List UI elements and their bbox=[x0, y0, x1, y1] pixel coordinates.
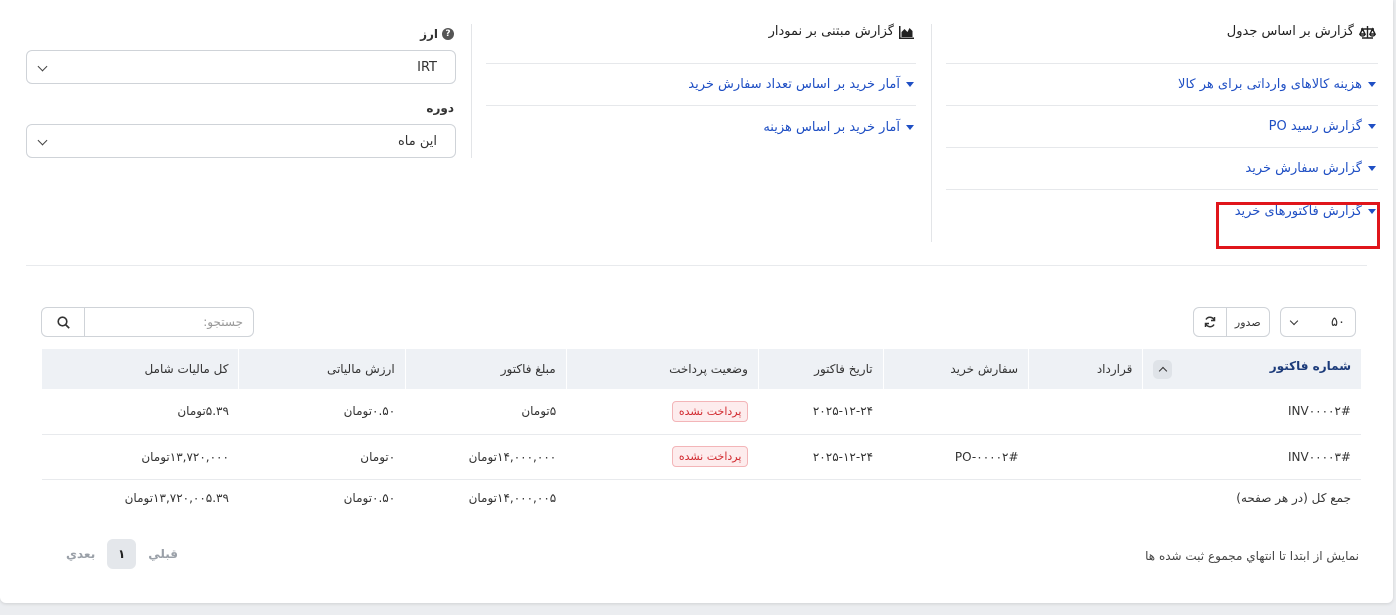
table-row: INV۰۰۰۰۲# ۲۰۲۵-۱۲-۲۴ پرداخت نشده ۵تومان … bbox=[41, 389, 1361, 435]
caret-down-icon bbox=[906, 124, 914, 130]
filters-section: ? ارز IRT دوره این ماه bbox=[26, 24, 456, 172]
cell-total-with-tax: ۵.۳۹تومان bbox=[41, 389, 239, 435]
cell-tax-value: ۰.۵۰تومان bbox=[238, 389, 406, 435]
total-tax-value: ۰.۵۰تومان bbox=[343, 490, 396, 505]
period-select[interactable]: این ماه bbox=[26, 124, 456, 158]
total-label: جمع کل (در هر صفحه) bbox=[1236, 490, 1351, 505]
col-header-invoice-number[interactable]: شماره فاکتور bbox=[1142, 349, 1361, 389]
table-reports-header: گزارش بر اساس جدول bbox=[946, 24, 1378, 64]
currency-label: ? ارز bbox=[26, 24, 456, 44]
report-link-purchase-order[interactable]: گزارش سفارش خرید bbox=[946, 148, 1378, 190]
col-header-invoice-date[interactable]: تاریخ فاکتور bbox=[757, 349, 884, 389]
search-input[interactable] bbox=[85, 308, 253, 336]
cell-tax-value: ۰تومان bbox=[238, 434, 406, 480]
divider bbox=[931, 24, 932, 242]
cell-invoice-date: ۲۰۲۵-۱۲-۲۴ bbox=[758, 434, 884, 480]
col-header-contract[interactable]: قرارداد bbox=[1028, 349, 1143, 389]
cell-payment-status: پرداخت نشده bbox=[566, 434, 759, 480]
current-page-button[interactable]: ۱ bbox=[107, 539, 137, 569]
area-chart-icon bbox=[899, 26, 914, 39]
col-header-invoice-amount[interactable]: مبلغ فاکتور bbox=[404, 349, 567, 389]
cell-purchase-order: PO-۰۰۰۰۲# bbox=[883, 434, 1029, 480]
sort-toggle-button[interactable] bbox=[1153, 360, 1173, 379]
caret-down-icon bbox=[1368, 82, 1376, 87]
table-row: INV۰۰۰۰۳# PO-۰۰۰۰۲# ۲۰۲۵-۱۲-۲۴ پرداخت نش… bbox=[41, 434, 1361, 480]
cell-contract bbox=[1028, 389, 1143, 435]
report-page: گزارش بر اساس جدول هزینه کالاهای وارداتی… bbox=[0, 0, 1393, 603]
caret-down-icon bbox=[1368, 166, 1376, 171]
per-page-select[interactable]: ۵۰ bbox=[1280, 307, 1356, 337]
currency-select[interactable]: IRT bbox=[26, 50, 456, 84]
chevron-down-icon bbox=[37, 61, 48, 72]
total-invoice-amount: ۱۴,۰۰۰,۰۰۵تومان bbox=[468, 490, 557, 505]
total-with-tax: ۱۳,۷۲۰,۰۰۵.۳۹تومان bbox=[124, 490, 229, 505]
refresh-icon bbox=[1204, 316, 1216, 328]
invoices-table: شماره فاکتور قرارداد سفارش خرید تاریخ فا… bbox=[40, 349, 1362, 516]
col-header-payment-status[interactable]: وضعیت پرداخت bbox=[565, 349, 759, 389]
col-header-tax-value[interactable]: ارزش مالیاتی bbox=[238, 349, 406, 389]
chevron-down-icon bbox=[1289, 316, 1299, 325]
chevron-down-icon bbox=[37, 135, 48, 146]
export-button-group: صدور bbox=[1193, 307, 1270, 337]
period-label: دوره bbox=[426, 101, 454, 115]
prev-page-button[interactable]: قبلي bbox=[148, 547, 178, 561]
cell-purchase-order bbox=[883, 389, 1029, 435]
report-link-po-receipt[interactable]: گزارش رسید PO bbox=[946, 106, 1378, 148]
balance-scale-icon bbox=[1359, 26, 1376, 39]
cell-total-with-tax: ۱۳,۷۲۰,۰۰۰تومان bbox=[41, 434, 239, 480]
records-info: نمايش از ابتدا تا انتهاي مجموع ثبت شده ه… bbox=[1145, 549, 1359, 563]
search-button[interactable] bbox=[42, 308, 85, 336]
table-header-row: شماره فاکتور قرارداد سفارش خرید تاریخ فا… bbox=[40, 349, 1361, 389]
cell-contract bbox=[1028, 434, 1143, 480]
caret-down-icon bbox=[906, 82, 914, 87]
table-total-row: جمع کل (در هر صفحه) ۱۴,۰۰۰,۰۰۵تومان ۰.۵۰… bbox=[42, 479, 1362, 516]
status-badge: پرداخت نشده bbox=[671, 446, 749, 467]
pagination: بعدي ۱ قبلي bbox=[66, 539, 178, 569]
table-reports-title: گزارش بر اساس جدول bbox=[1226, 24, 1354, 39]
caret-down-icon bbox=[1368, 124, 1376, 129]
chart-reports-section: گزارش مبتنی بر نمودار آمار خرید بر اساس … bbox=[486, 24, 916, 148]
cell-invoice-date: ۲۰۲۵-۱۲-۲۴ bbox=[758, 389, 884, 435]
cell-invoice-amount: ۱۴,۰۰۰,۰۰۰تومان bbox=[405, 434, 567, 480]
search-icon bbox=[56, 315, 70, 329]
refresh-button[interactable] bbox=[1194, 308, 1226, 336]
col-header-purchase-order[interactable]: سفارش خرید bbox=[882, 349, 1029, 389]
cell-payment-status: پرداخت نشده bbox=[566, 389, 759, 435]
report-link-stats-by-order-count[interactable]: آمار خرید بر اساس تعداد سفارش خرید bbox=[486, 64, 916, 106]
report-link-purchase-invoices[interactable]: گزارش فاکتورهای خرید bbox=[946, 190, 1378, 232]
chart-reports-header: گزارش مبتنی بر نمودار bbox=[486, 24, 916, 64]
report-link-stats-by-cost[interactable]: آمار خرید بر اساس هزینه bbox=[486, 106, 916, 148]
caret-down-icon bbox=[1368, 208, 1376, 214]
chart-reports-title: گزارش مبتنی بر نمودار bbox=[768, 24, 894, 39]
table-reports-section: گزارش بر اساس جدول هزینه کالاهای وارداتی… bbox=[946, 24, 1378, 232]
col-header-total-with-tax[interactable]: کل مالیات شامل bbox=[40, 349, 239, 389]
next-page-button[interactable]: بعدي bbox=[66, 547, 95, 561]
section-divider bbox=[26, 265, 1367, 266]
divider bbox=[471, 24, 472, 158]
search-box bbox=[41, 307, 254, 337]
help-icon[interactable]: ? bbox=[442, 28, 454, 40]
cell-invoice-amount: ۵تومان bbox=[405, 389, 567, 435]
cell-invoice-number: INV۰۰۰۰۲# bbox=[1142, 389, 1361, 435]
chevron-up-icon bbox=[1158, 366, 1168, 376]
export-button[interactable]: صدور bbox=[1225, 308, 1269, 336]
status-badge: پرداخت نشده bbox=[671, 400, 749, 422]
report-link-imported-goods-cost[interactable]: هزینه کالاهای وارداتی برای هر کالا bbox=[946, 64, 1378, 106]
cell-invoice-number: INV۰۰۰۰۳# bbox=[1142, 434, 1361, 480]
